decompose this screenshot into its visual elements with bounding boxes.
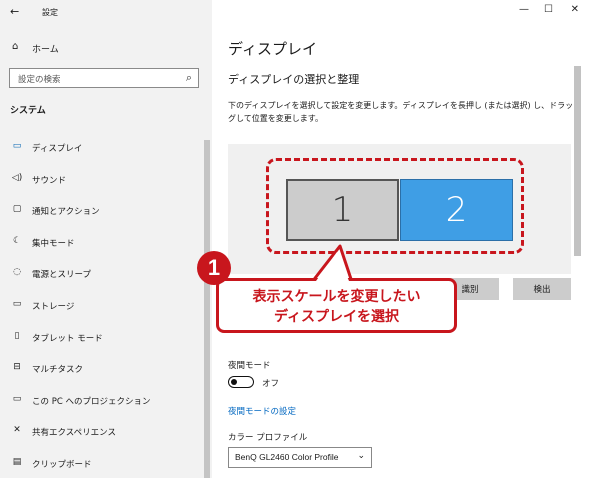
display-arrangement: 1 2 <box>228 144 571 274</box>
detect-button[interactable]: 検出 <box>513 278 571 300</box>
sidebar-scrollbar[interactable] <box>204 140 210 478</box>
sidebar-item-label: 電源とスリープ <box>32 270 91 281</box>
close-icon[interactable]: ✕ <box>571 4 579 15</box>
moon-icon: ☾ <box>12 235 22 246</box>
section-title: システム <box>10 106 46 116</box>
chevron-down-icon: ⌄ <box>357 451 365 461</box>
sidebar-item-label: クリップボード <box>32 459 92 470</box>
color-profile-value: BenQ GL2460 Color Profile <box>235 452 339 462</box>
annotation-number-badge: 1 <box>197 251 231 285</box>
storage-icon: ▭ <box>12 298 22 309</box>
power-icon: ◌ <box>13 267 21 278</box>
sidebar-item-label: タブレット モード <box>32 333 103 344</box>
color-profile-select[interactable]: BenQ GL2460 Color Profile ⌄ <box>228 447 372 468</box>
search-placeholder: 設定の検索 <box>18 75 61 85</box>
description-text: 下のディスプレイを選択して設定を変更します。ディスプレイを長押し (または選択)… <box>228 101 574 123</box>
search-icon[interactable]: ⌕ <box>186 71 192 85</box>
projection-icon: ▭ <box>12 393 22 404</box>
page-title: ディスプレイ <box>228 40 317 58</box>
sidebar-item-label: ストレージ <box>32 301 75 312</box>
sidebar-item-tablet[interactable]: ▯ タブレット モード <box>0 322 205 354</box>
color-profile-label: カラー プロファイル <box>228 433 308 443</box>
app-title: 設定 <box>42 8 58 17</box>
sidebar-item-display[interactable]: ▭ ディスプレイ <box>0 132 205 164</box>
sidebar-item-label: ホーム <box>32 45 59 55</box>
monitor-icon: ▭ <box>12 141 22 151</box>
sidebar-item-focus[interactable]: ☾ 集中モード <box>0 227 205 259</box>
annotation-callout: 表示スケールを変更したい ディスプレイを選択 <box>216 278 457 333</box>
monitor-2[interactable]: 2 <box>400 179 513 241</box>
sidebar-item-clipboard[interactable]: ▤ クリップボード <box>0 448 205 480</box>
sidebar-item-label: この PC へのプロジェクション <box>32 396 151 407</box>
sidebar-item-label: 共有エクスペリエンス <box>32 428 116 439</box>
toggle-knob <box>231 378 237 385</box>
sidebar-item-power[interactable]: ◌ 電源とスリープ <box>0 258 205 290</box>
main-scrollbar[interactable] <box>574 66 581 478</box>
sidebar-nav: ▭ ディスプレイ ◁) サウンド ▢ 通知とアクション ☾ 集中モード ◌ 電源… <box>0 132 205 480</box>
sidebar-item-sound[interactable]: ◁) サウンド <box>0 164 205 196</box>
tablet-icon: ▯ <box>14 330 20 341</box>
night-mode-toggle[interactable] <box>228 376 254 388</box>
main-pane: — ☐ ✕ ディスプレイ ディスプレイの選択と整理 下のディスプレイを選択して設… <box>212 0 589 478</box>
back-arrow-icon[interactable]: ← <box>10 5 19 18</box>
shared-experience-icon: ✕ <box>13 425 21 436</box>
sidebar-item-label: マルチタスク <box>32 365 84 376</box>
search-input[interactable]: 設定の検索 ⌕ <box>9 68 199 88</box>
sidebar-item-storage[interactable]: ▭ ストレージ <box>0 290 205 322</box>
monitor-1[interactable]: 1 <box>286 179 399 241</box>
multitask-icon: ⊟ <box>13 362 21 373</box>
sidebar-item-projection[interactable]: ▭ この PC へのプロジェクション <box>0 385 205 417</box>
annotation-line-2: ディスプレイを選択 <box>273 308 400 324</box>
sidebar-item-label: ディスプレイ <box>32 144 83 154</box>
maximize-icon[interactable]: ☐ <box>544 4 553 15</box>
titlebar-left: ← 設定 <box>0 0 212 24</box>
night-mode-label: 夜間モード <box>228 361 271 371</box>
home-icon: ⌂ <box>12 41 19 52</box>
section-subtitle: ディスプレイの選択と整理 <box>228 73 360 86</box>
speaker-icon: ◁) <box>11 172 23 183</box>
sidebar-item-home[interactable]: ⌂ ホーム <box>0 36 212 60</box>
notification-icon: ▢ <box>12 204 22 215</box>
sidebar-item-notifications[interactable]: ▢ 通知とアクション <box>0 195 205 227</box>
sidebar-item-label: サウンド <box>32 175 67 186</box>
night-mode-state: オフ <box>262 379 280 389</box>
sidebar-item-multitask[interactable]: ⊟ マルチタスク <box>0 353 205 385</box>
sidebar: ← 設定 ⌂ ホーム 設定の検索 ⌕ システム ▭ ディスプレイ ◁) サウンド… <box>0 0 212 478</box>
sidebar-item-label: 通知とアクション <box>32 207 100 218</box>
sidebar-item-shared-experience[interactable]: ✕ 共有エクスペリエンス <box>0 416 205 448</box>
sidebar-item-label: 集中モード <box>32 238 75 249</box>
minimize-icon[interactable]: — <box>519 4 529 15</box>
scrollbar-thumb[interactable] <box>574 66 581 256</box>
annotation-line-1: 表示スケールを変更したい <box>252 288 421 304</box>
clipboard-icon: ▤ <box>12 456 22 467</box>
night-mode-settings-link[interactable]: 夜間モードの設定 <box>228 405 296 417</box>
